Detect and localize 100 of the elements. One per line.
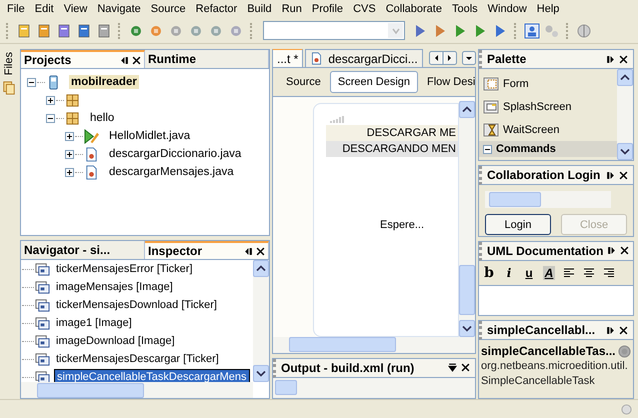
close-icon[interactable]	[461, 363, 470, 372]
tree-item[interactable]: HelloMidlet.java	[107, 129, 192, 143]
scroll-thumb[interactable]	[459, 265, 475, 315]
scroll-down-icon[interactable]	[617, 143, 633, 160]
dropdown-icon[interactable]	[462, 51, 476, 65]
scroll-down-icon[interactable]	[459, 320, 475, 337]
menu-item[interactable]: View	[58, 3, 92, 15]
files-icon[interactable]	[2, 80, 16, 96]
horizontal-scrollbar[interactable]	[273, 336, 475, 353]
minimize-icon[interactable]	[606, 170, 615, 180]
signal-icon	[330, 116, 344, 123]
view-tab[interactable]: Screen Design	[330, 71, 418, 93]
menu-item[interactable]: CVS	[348, 3, 381, 15]
close-icon[interactable]	[619, 170, 628, 180]
close-icon[interactable]	[620, 246, 630, 256]
panel-tab[interactable]: Projects	[21, 50, 145, 68]
vertical-scrollbar[interactable]	[459, 101, 475, 337]
inspector-item[interactable]: tickerMensajesDescargar [Ticker]	[54, 352, 221, 366]
minimize-icon[interactable]	[606, 326, 615, 335]
align-icon[interactable]	[603, 266, 615, 279]
component-name: simpleCancellableTas...	[481, 344, 616, 358]
menu-icon[interactable]	[448, 363, 457, 372]
play-pencil-icon	[84, 128, 99, 144]
splash-screen-icon	[483, 98, 499, 114]
minimize-icon[interactable]	[606, 54, 615, 64]
minimize-icon[interactable]	[244, 246, 253, 256]
expand-toggle[interactable]	[65, 168, 74, 176]
editor-tab[interactable]: ...t *	[272, 49, 304, 67]
palette-item[interactable]: SplashScreen	[503, 100, 572, 112]
menu-item[interactable]: Tools	[446, 3, 483, 15]
view-tab[interactable]: Source	[279, 72, 328, 92]
documentation-field[interactable]	[479, 284, 633, 316]
menu-item[interactable]: File	[2, 3, 30, 15]
close-icon[interactable]	[619, 54, 628, 64]
dialog-button[interactable]: Login	[485, 214, 551, 235]
component-icon	[35, 352, 50, 367]
tree-item[interactable]: mobilreader	[69, 75, 139, 89]
component-icon	[35, 316, 50, 331]
menu-item[interactable]: Source	[146, 3, 191, 15]
panel-title: simpleCancellabl...	[487, 323, 596, 338]
tab-scroll-arrows[interactable]	[428, 51, 457, 65]
inspector-item[interactable]: imageDownload [Image]	[54, 334, 177, 348]
package-icon	[65, 92, 80, 108]
inspector-item[interactable]: tickerMensajesDownload [Ticker]	[54, 298, 219, 312]
editor-tab[interactable]: descargarDicci...	[305, 49, 423, 67]
scroll-up-icon[interactable]	[459, 101, 475, 118]
expand-toggle[interactable]	[65, 150, 74, 158]
palette-item[interactable]: WaitScreen	[503, 124, 560, 136]
tree-item[interactable]: descargarDiccionario.java	[107, 147, 244, 161]
format-button[interactable]: A	[543, 266, 555, 280]
form-icon	[483, 76, 499, 92]
menu-item[interactable]: Navigate	[92, 3, 146, 15]
panel-tab[interactable]: Inspector	[145, 241, 269, 260]
java-file-icon	[84, 146, 99, 162]
minimize-icon[interactable]	[607, 246, 616, 256]
inspector-item[interactable]: imageMensajes [Image]	[54, 280, 175, 294]
scroll-up-icon[interactable]	[617, 69, 633, 86]
horizontal-scrollbar[interactable]	[273, 378, 475, 398]
panel-tab[interactable]: Navigator - si...	[21, 241, 145, 260]
menu-item[interactable]: Run	[276, 3, 307, 15]
close-icon[interactable]	[619, 326, 628, 335]
format-button[interactable]: i	[503, 266, 515, 280]
scroll-up-icon[interactable]	[253, 260, 269, 278]
menu-item[interactable]: Edit	[30, 3, 59, 15]
configuration-combo[interactable]	[263, 21, 405, 40]
vertical-scrollbar[interactable]	[617, 69, 633, 160]
expand-toggle[interactable]	[46, 114, 55, 122]
expand-toggle[interactable]	[65, 132, 74, 140]
java-file-icon	[310, 52, 324, 65]
view-tab[interactable]: Flow Desi	[420, 72, 475, 92]
format-button[interactable]: u	[523, 266, 535, 280]
person-icon[interactable]	[524, 22, 540, 38]
horizontal-scrollbar[interactable]	[485, 191, 611, 208]
files-tab[interactable]: Files	[3, 49, 15, 78]
scroll-down-icon[interactable]	[253, 365, 269, 382]
align-icon[interactable]	[583, 266, 595, 279]
gear-icon	[618, 344, 631, 358]
menu-item[interactable]: Build	[242, 3, 277, 15]
menu-item[interactable]: Collaborate	[380, 3, 447, 15]
menu-item[interactable]: Help	[532, 3, 564, 15]
inspector-item[interactable]: tickerMensajesError [Ticker]	[54, 262, 195, 276]
component-icon	[35, 334, 50, 349]
close-icon[interactable]	[256, 246, 265, 256]
expand-toggle[interactable]	[27, 78, 36, 86]
menu-item[interactable]: Profile	[306, 3, 348, 15]
close-icon[interactable]	[132, 56, 141, 64]
inspector-item[interactable]: image1 [Image]	[54, 316, 134, 330]
horizontal-scrollbar[interactable]	[21, 382, 253, 398]
menu-item[interactable]: Refactor	[190, 3, 242, 15]
minimize-icon[interactable]	[120, 56, 129, 64]
tree-item[interactable]: descargarMensajes.java	[107, 165, 236, 179]
palette-item[interactable]: Form	[503, 78, 529, 90]
panel-tab[interactable]: Runtime	[145, 50, 269, 68]
expand-toggle[interactable]	[46, 96, 55, 104]
tree-item[interactable]: hello	[88, 111, 116, 125]
align-icon[interactable]	[563, 266, 575, 279]
menu-item[interactable]: Window	[482, 3, 532, 15]
vertical-scrollbar[interactable]	[253, 260, 269, 382]
collapse-toggle[interactable]	[483, 144, 492, 154]
format-button[interactable]: b	[483, 264, 495, 281]
